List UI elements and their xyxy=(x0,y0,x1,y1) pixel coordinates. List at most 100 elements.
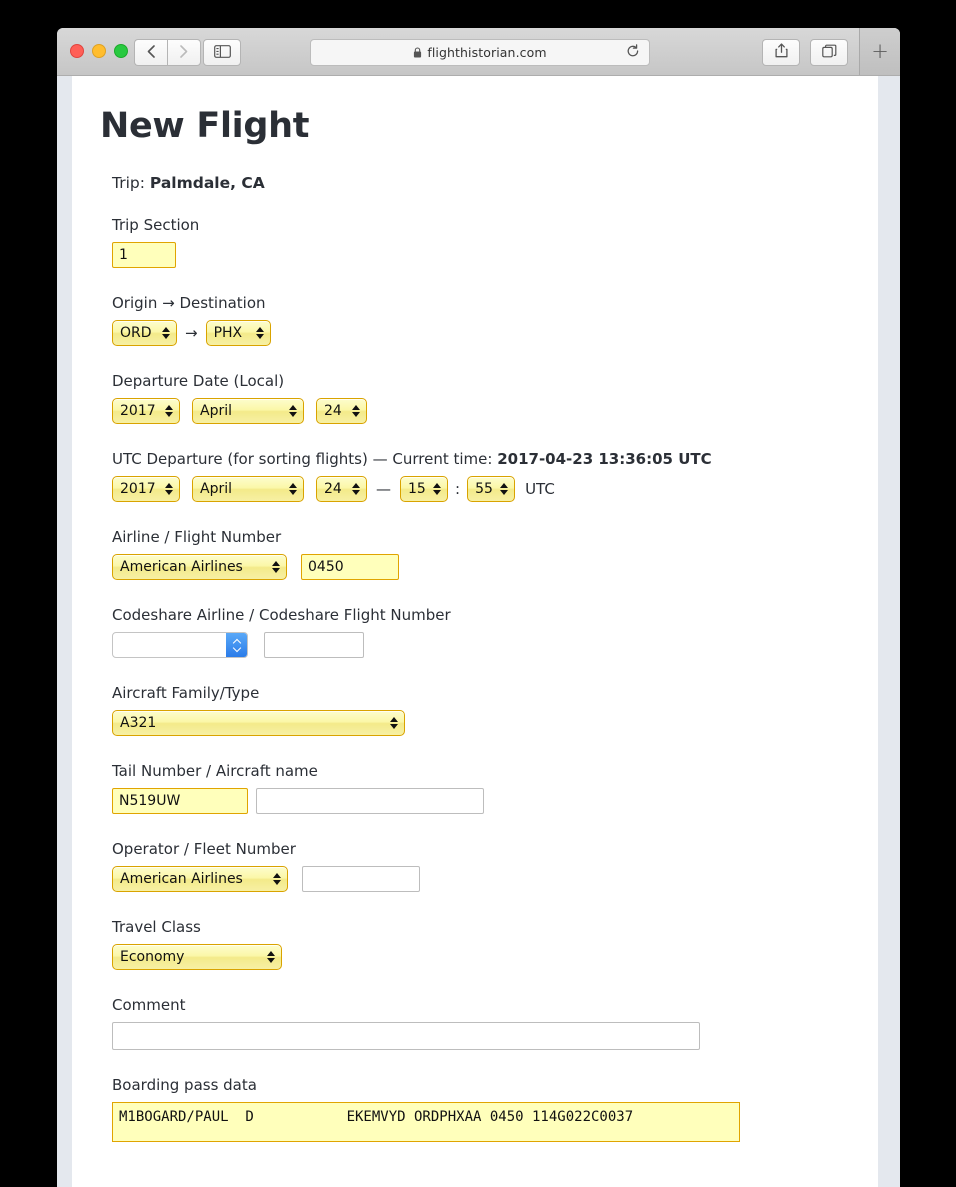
departure-month-value: April xyxy=(200,403,232,419)
comment-input[interactable] xyxy=(112,1022,700,1050)
fleet-number-input[interactable] xyxy=(302,866,420,892)
stepper-arrows-icon xyxy=(352,483,360,495)
sidebar-icon xyxy=(213,43,231,62)
tail-row: N519UW xyxy=(112,788,850,814)
share-button[interactable] xyxy=(762,39,800,66)
departure-date-label: Departure Date (Local) xyxy=(112,372,285,390)
airline-value: American Airlines xyxy=(120,559,243,575)
utc-day-value: 24 xyxy=(324,481,342,497)
tab-overview-icon xyxy=(821,43,837,62)
codeshare-row xyxy=(112,632,850,658)
trip-section-input[interactable]: 1 xyxy=(112,242,176,268)
stepper-arrows-icon xyxy=(500,483,509,495)
aircraft-select[interactable]: A321 xyxy=(112,710,405,736)
aircraft-row: A321 xyxy=(112,710,850,736)
operator-label: Operator / Fleet Number xyxy=(112,840,296,858)
trip-name: Palmdale, CA xyxy=(149,174,265,192)
stepper-arrows-icon xyxy=(255,327,264,339)
stepper-arrows-icon xyxy=(165,405,173,417)
utc-year-select[interactable]: 2017 xyxy=(112,476,180,502)
aircraft-label: Aircraft Family/Type xyxy=(112,684,260,702)
utc-month-select[interactable]: April xyxy=(192,476,304,502)
tail-label: Tail Number / Aircraft name xyxy=(112,762,318,780)
utc-departure-label-text: UTC Departure (for sorting flights) — Cu… xyxy=(112,450,493,468)
departure-year-value: 2017 xyxy=(120,403,156,419)
stepper-arrows-icon xyxy=(273,873,281,885)
airline-row: American Airlines 0450 xyxy=(112,554,850,580)
share-icon xyxy=(774,43,788,62)
browser-toolbar: flighthistorian.com + xyxy=(57,28,900,76)
stepper-chevrons-icon[interactable] xyxy=(226,633,247,657)
airline-label: Airline / Flight Number xyxy=(112,528,282,546)
forward-chevron-icon xyxy=(180,43,188,62)
boarding-pass-row: M1BOGARD/PAUL D EKEMVYD ORDPHXAA 0450 11… xyxy=(112,1102,850,1142)
stepper-arrows-icon xyxy=(267,951,275,963)
route-row: ORD → PHX xyxy=(112,320,850,346)
utc-year-value: 2017 xyxy=(120,481,156,497)
airline-select[interactable]: American Airlines xyxy=(112,554,287,580)
departure-date-row: 2017 April 24 xyxy=(112,398,850,424)
stepper-arrows-icon xyxy=(352,405,360,417)
travel-class-select[interactable]: Economy xyxy=(112,944,282,970)
tab-overview-button[interactable] xyxy=(810,39,848,66)
trip-line: Trip: Palmdale, CA xyxy=(112,174,850,192)
comment-row xyxy=(112,1022,850,1050)
tail-number-input[interactable]: N519UW xyxy=(112,788,248,814)
utc-date-time-dash: — xyxy=(376,480,391,498)
utc-departure-label: UTC Departure (for sorting flights) — Cu… xyxy=(112,450,850,468)
show-sidebar-button[interactable] xyxy=(203,39,241,66)
browser-window: flighthistorian.com + New Flight Trip: P… xyxy=(57,28,900,1187)
travel-class-row: Economy xyxy=(112,944,850,970)
back-button[interactable] xyxy=(134,39,167,66)
toolbar-right-buttons xyxy=(762,39,848,66)
utc-hour-value: 15 xyxy=(408,481,426,497)
minimize-window-button[interactable] xyxy=(92,44,106,58)
window-controls xyxy=(70,44,128,58)
utc-month-value: April xyxy=(200,481,232,497)
stepper-arrows-icon xyxy=(289,483,297,495)
url-text: flighthistorian.com xyxy=(427,45,547,60)
codeshare-label: Codeshare Airline / Codeshare Flight Num… xyxy=(112,606,451,624)
departure-day-select[interactable]: 24 xyxy=(316,398,367,424)
address-bar[interactable]: flighthistorian.com xyxy=(310,39,650,66)
origin-select[interactable]: ORD xyxy=(112,320,177,346)
utc-hour-select[interactable]: 15 xyxy=(400,476,448,502)
utc-departure-row: 2017 April 24 — 15: 55 UTC xyxy=(112,476,850,502)
departure-month-select[interactable]: April xyxy=(192,398,304,424)
stepper-arrows-icon xyxy=(433,483,441,495)
browser-viewport: New Flight Trip: Palmdale, CA Trip Secti… xyxy=(57,76,900,1187)
reload-icon[interactable] xyxy=(626,44,640,63)
utc-unit-label: UTC xyxy=(525,480,555,498)
codeshare-airline-select[interactable] xyxy=(112,632,248,658)
new-tab-button[interactable]: + xyxy=(859,28,900,75)
utc-day-select[interactable]: 24 xyxy=(316,476,367,502)
aircraft-name-input[interactable] xyxy=(256,788,484,814)
codeshare-flight-number-input[interactable] xyxy=(264,632,364,658)
trip-section-label: Trip Section xyxy=(112,216,200,234)
boarding-pass-label: Boarding pass data xyxy=(112,1076,257,1094)
aircraft-value: A321 xyxy=(120,715,157,731)
lock-icon xyxy=(413,47,422,58)
forward-button[interactable] xyxy=(167,39,201,66)
trip-prefix-label: Trip: xyxy=(112,174,145,192)
close-window-button[interactable] xyxy=(70,44,84,58)
operator-select[interactable]: American Airlines xyxy=(112,866,288,892)
stepper-arrows-icon xyxy=(390,717,398,729)
departure-day-value: 24 xyxy=(324,403,342,419)
stepper-arrows-icon xyxy=(289,405,297,417)
origin-value: ORD xyxy=(120,325,152,341)
utc-time-colon: : xyxy=(455,480,461,498)
new-flight-form: New Flight Trip: Palmdale, CA Trip Secti… xyxy=(72,76,878,1142)
route-arrow: → xyxy=(185,324,198,342)
utc-minute-select[interactable]: 55 xyxy=(467,476,516,502)
departure-year-select[interactable]: 2017 xyxy=(112,398,180,424)
boarding-pass-textarea[interactable]: M1BOGARD/PAUL D EKEMVYD ORDPHXAA 0450 11… xyxy=(112,1102,740,1142)
flight-number-input[interactable]: 0450 xyxy=(301,554,399,580)
travel-class-value: Economy xyxy=(120,949,185,965)
utc-minute-value: 55 xyxy=(475,481,493,497)
stepper-arrows-icon xyxy=(162,327,170,339)
stepper-arrows-icon xyxy=(272,561,280,573)
stepper-arrows-icon xyxy=(165,483,173,495)
destination-select[interactable]: PHX xyxy=(205,320,271,346)
maximize-window-button[interactable] xyxy=(114,44,128,58)
